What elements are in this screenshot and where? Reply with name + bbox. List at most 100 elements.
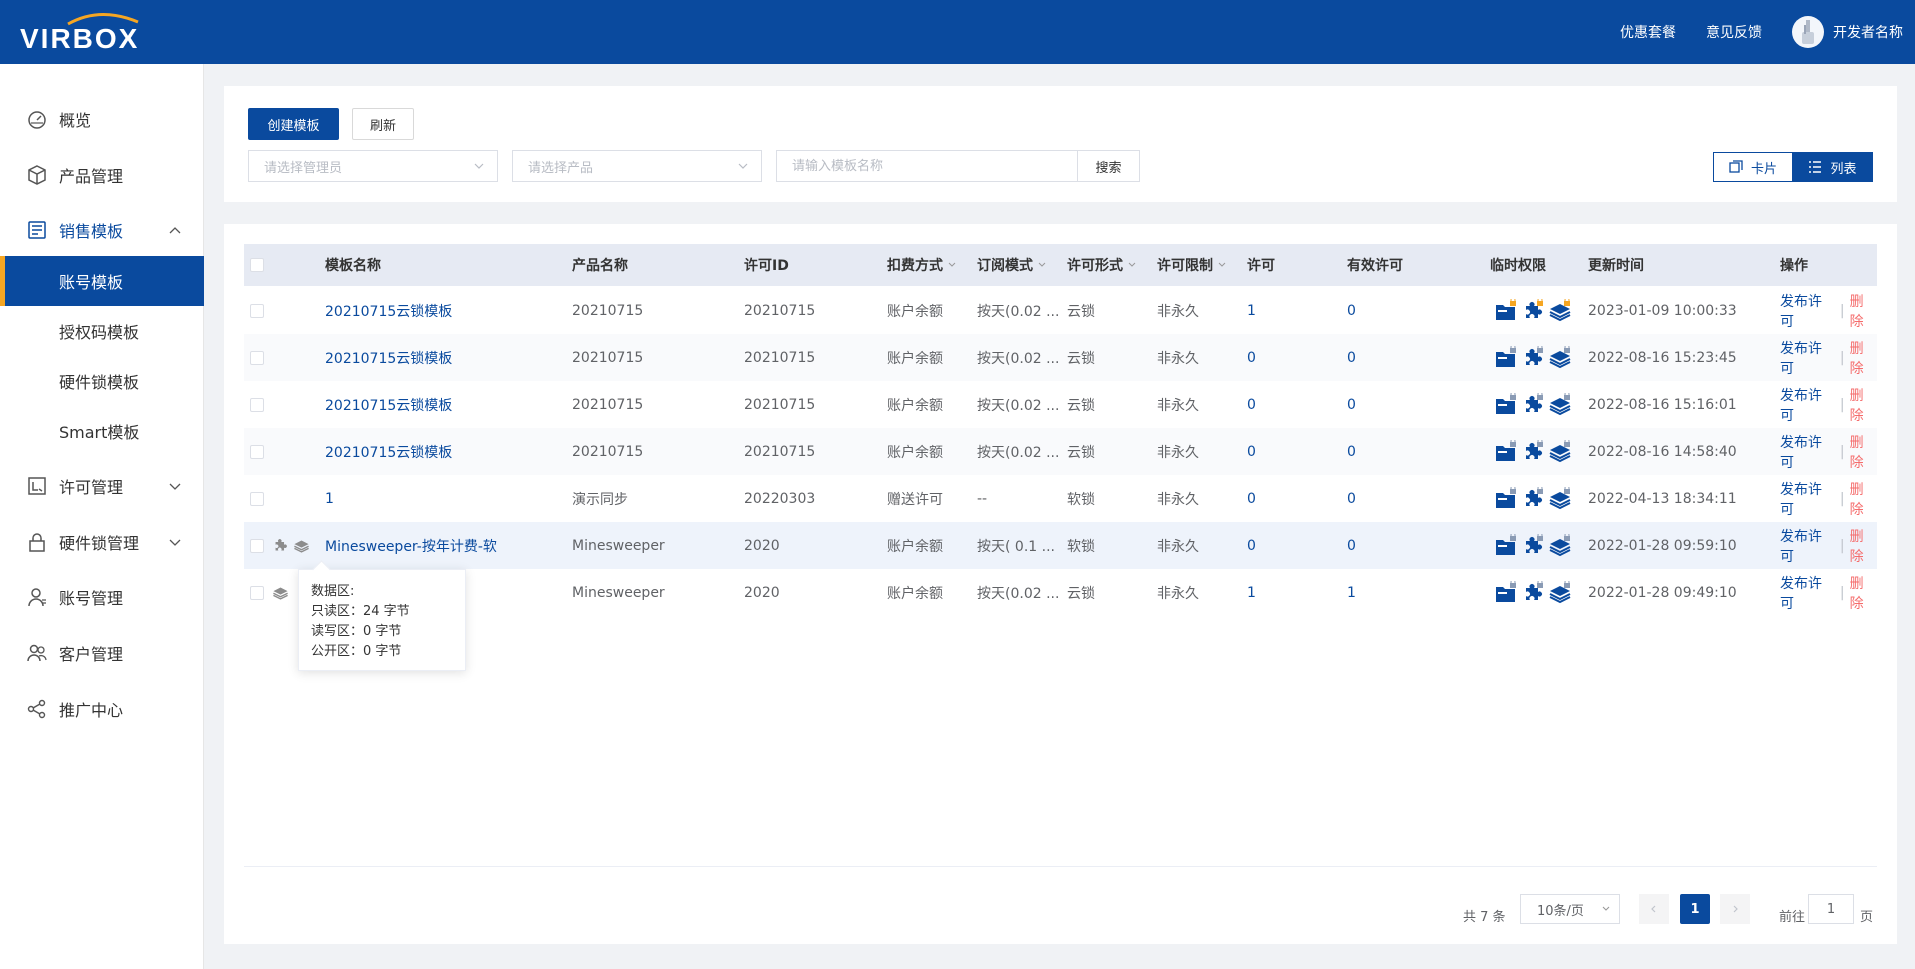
temp-layers-icon[interactable] [1548, 438, 1572, 464]
sidebar-item-accounts[interactable]: 账号管理 [0, 572, 204, 622]
cell-template-name[interactable]: 1 [325, 475, 334, 522]
sidebar-subitem-hardware-lock-templates[interactable]: 硬件锁模板 [0, 356, 204, 406]
delete-link[interactable]: 删除 [1850, 432, 1877, 472]
delete-link[interactable]: 删除 [1850, 338, 1877, 378]
row-checkbox[interactable] [250, 492, 264, 506]
cell-updated-time: 2022-08-16 14:58:40 [1588, 443, 1737, 460]
col-billing[interactable]: 扣费方式 [887, 244, 957, 286]
goto-prefix: 前往 [1779, 910, 1806, 925]
cell-template-name[interactable]: 20210715云锁模板 [325, 381, 452, 428]
prev-page-button[interactable] [1639, 894, 1669, 924]
view-list-label: 列表 [1830, 161, 1857, 177]
temp-puzzle-icon[interactable] [1521, 579, 1545, 605]
table-row[interactable]: 1 演示同步 20220303 赠送许可 -- 软锁 非永久 0 0 2022-04-13 18:… [244, 475, 1877, 522]
product-select[interactable]: 请选择产品 [512, 150, 762, 182]
col-license-form[interactable]: 许可形式 [1067, 244, 1137, 286]
table-row[interactable]: 20210715云锁模板 20210715 20210715 账户余额 按天(0.02 … [244, 381, 1877, 428]
delete-link[interactable]: 删除 [1850, 291, 1877, 331]
delete-link[interactable]: 删除 [1850, 479, 1877, 519]
row-checkbox[interactable] [250, 398, 264, 412]
temp-puzzle-icon[interactable] [1521, 485, 1545, 511]
row-checkbox[interactable] [250, 445, 264, 459]
view-card-toggle[interactable]: 卡片 [1713, 152, 1793, 182]
refresh-button[interactable]: 刷新 [352, 108, 414, 140]
cell-license-id: 20210715 [744, 443, 816, 460]
cell-template-name[interactable]: Minesweeper-按年计费-软 [325, 522, 497, 569]
delete-link[interactable]: 删除 [1850, 573, 1877, 613]
row-checkbox[interactable] [250, 539, 264, 553]
cell-billing: 账户余额 [887, 538, 943, 555]
cell-template-name[interactable]: 20210715云锁模板 [325, 428, 452, 475]
sidebar-item-customers[interactable]: 客户管理 [0, 628, 204, 678]
cell-template-name[interactable]: 20210715云锁模板 [325, 334, 452, 381]
view-list-toggle[interactable]: 列表 [1792, 152, 1873, 182]
sidebar-item-sales-templates[interactable]: 销售模板 [0, 205, 204, 255]
search-button[interactable]: 搜索 [1077, 150, 1140, 182]
publish-license-link[interactable]: 发布许可 [1780, 479, 1835, 519]
temp-puzzle-icon[interactable] [1521, 297, 1545, 323]
delete-link[interactable]: 删除 [1850, 385, 1877, 425]
sidebar-subitem-label: Smart模板 [59, 423, 140, 442]
temp-puzzle-icon[interactable] [1521, 532, 1545, 558]
temp-layers-icon[interactable] [1548, 532, 1572, 558]
temp-puzzle-icon[interactable] [1521, 438, 1545, 464]
publish-license-link[interactable]: 发布许可 [1780, 385, 1835, 425]
table-row[interactable]: Minesweeper-按年计费-软 Minesweeper 2020 账户余额 按天(… [244, 522, 1877, 569]
publish-license-link[interactable]: 发布许可 [1780, 573, 1835, 613]
publish-license-link[interactable]: 发布许可 [1780, 526, 1835, 566]
temp-folder-icon[interactable] [1494, 532, 1518, 558]
temp-folder-icon[interactable] [1494, 297, 1518, 323]
temp-puzzle-icon[interactable] [1521, 391, 1545, 417]
temp-puzzle-icon[interactable] [1521, 344, 1545, 370]
goto-page-input[interactable] [1808, 894, 1854, 924]
template-name-input[interactable] [776, 150, 1078, 182]
next-page-button[interactable] [1720, 894, 1750, 924]
cell-licenses: 0 [1247, 349, 1256, 366]
sidebar-subitem-smart-templates[interactable]: Smart模板 [0, 406, 204, 456]
temp-folder-icon[interactable] [1494, 391, 1518, 417]
select-all-checkbox[interactable] [250, 258, 264, 272]
sidebar-item-promotion[interactable]: 推广中心 [0, 684, 204, 734]
page-size-select[interactable]: 10条/页 [1520, 894, 1620, 924]
temp-layers-icon[interactable] [1548, 391, 1572, 417]
header-link-packages[interactable]: 优惠套餐 [1620, 22, 1676, 42]
table-row[interactable]: Minesweeper 2020 账户余额 按天(0.02 ... 云锁 非永久 1 1 202… [244, 569, 1877, 616]
header-link-feedback[interactable]: 意见反馈 [1706, 22, 1762, 42]
cell-template-name[interactable]: 20210715云锁模板 [325, 287, 452, 334]
sidebar-item-licenses[interactable]: 许可管理 [0, 461, 204, 511]
col-license-limit[interactable]: 许可限制 [1157, 244, 1227, 286]
row-checkbox[interactable] [250, 586, 264, 600]
temp-layers-icon[interactable] [1548, 297, 1572, 323]
row-checkbox[interactable] [250, 304, 264, 318]
temp-folder-icon[interactable] [1494, 344, 1518, 370]
sidebar-item-hardware-locks[interactable]: 硬件锁管理 [0, 517, 204, 567]
temp-folder-icon[interactable] [1494, 485, 1518, 511]
table-row[interactable]: 20210715云锁模板 20210715 20210715 账户余额 按天(0.02 … [244, 334, 1877, 381]
temp-folder-icon[interactable] [1494, 438, 1518, 464]
publish-license-link[interactable]: 发布许可 [1780, 432, 1835, 472]
page-number-current[interactable]: 1 [1680, 894, 1710, 924]
developer-menu[interactable]: 开发者名称 [1792, 16, 1903, 48]
sidebar-subitem-auth-code-templates[interactable]: 授权码模板 [0, 306, 204, 356]
temp-layers-icon[interactable] [1548, 579, 1572, 605]
publish-license-link[interactable]: 发布许可 [1780, 291, 1835, 331]
create-template-button[interactable]: 创建模板 [248, 108, 339, 140]
temp-folder-icon[interactable] [1494, 579, 1518, 605]
publish-license-link[interactable]: 发布许可 [1780, 338, 1835, 378]
temp-layers-icon[interactable] [1548, 485, 1572, 511]
cell-license-id: 2020 [744, 537, 780, 554]
virbox-logo[interactable]: VIRBOX [20, 10, 180, 54]
cell-licenses: 0 [1247, 443, 1256, 460]
manager-select[interactable]: 请选择管理员 [248, 150, 498, 182]
row-checkbox[interactable] [250, 351, 264, 365]
cell-subscription: 按天(0.02 ... [977, 585, 1060, 602]
temp-layers-icon[interactable] [1548, 344, 1572, 370]
sidebar-item-overview[interactable]: 概览 [0, 94, 204, 144]
delete-link[interactable]: 删除 [1850, 526, 1877, 566]
sidebar-subitem-account-templates[interactable]: 账号模板 [0, 256, 204, 306]
table-row[interactable]: 20210715云锁模板 20210715 20210715 账户余额 按天(0.02 … [244, 287, 1877, 334]
sidebar-item-products[interactable]: 产品管理 [0, 150, 204, 200]
cell-license-limit: 非永久 [1157, 397, 1199, 414]
table-row[interactable]: 20210715云锁模板 20210715 20210715 账户余额 按天(0.02 … [244, 428, 1877, 475]
col-subscription[interactable]: 订阅模式 [977, 244, 1047, 286]
